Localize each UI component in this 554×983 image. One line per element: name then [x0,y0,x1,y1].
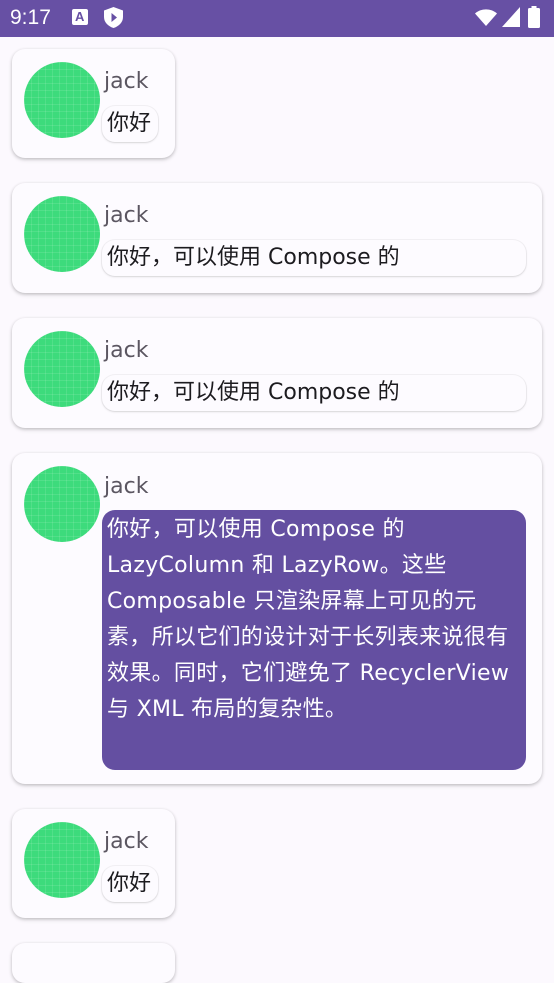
author-name: jack [104,203,149,228]
battery-icon [528,6,540,28]
message-card-expanded[interactable]: jack 你好，可以使用 Compose 的 LazyColumn 和 Lazy… [12,453,542,784]
message-bubble[interactable]: 你好 [102,866,158,902]
shield-play-icon [104,7,123,28]
message-card-partial[interactable] [12,943,175,983]
avatar [24,466,100,542]
author-name: jack [104,829,149,854]
message-card[interactable]: jack 你好，可以使用 Compose 的 [12,318,542,428]
a-notification-icon: A [72,9,88,25]
message-bubble[interactable]: 你好 [102,106,158,142]
message-card[interactable]: jack 你好，可以使用 Compose 的 [12,183,542,293]
message-card[interactable]: jack 你好 [12,49,175,158]
message-bubble[interactable]: 你好，可以使用 Compose 的 [102,240,526,276]
wifi-icon [475,9,497,26]
signal-icon [502,7,520,27]
message-card[interactable]: jack 你好 [12,809,175,918]
status-bar: 9:17 A [0,0,554,37]
author-name: jack [104,338,149,363]
author-name: jack [104,69,149,94]
avatar [24,62,100,138]
author-name: jack [104,474,149,499]
avatar [24,331,100,407]
avatar [24,196,100,272]
avatar [24,822,100,898]
message-bubble-expanded[interactable]: 你好，可以使用 Compose 的 LazyColumn 和 LazyRow。这… [102,510,526,770]
message-bubble[interactable]: 你好，可以使用 Compose 的 [102,375,526,411]
status-time: 9:17 [10,6,51,29]
